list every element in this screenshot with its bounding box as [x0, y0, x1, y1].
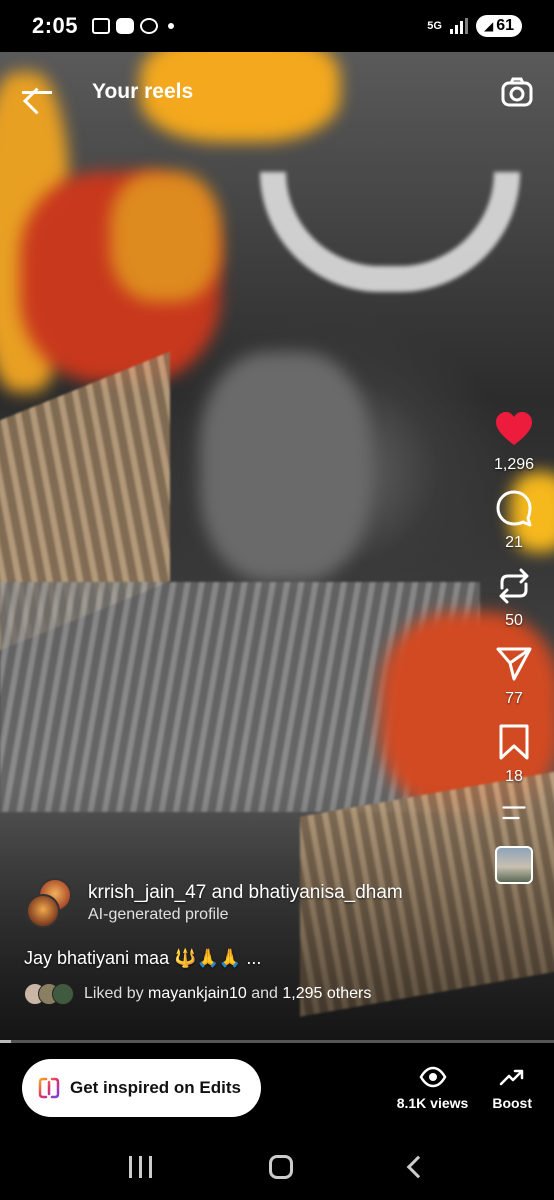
notification-dot-icon: [168, 23, 175, 29]
system-nav-bar: [0, 1133, 554, 1200]
share-button[interactable]: 77: [494, 644, 534, 708]
boost-label: Boost: [492, 1095, 532, 1111]
author-avatars[interactable]: [24, 876, 74, 930]
liked-by-user[interactable]: mayankjain10: [148, 985, 247, 1002]
edits-button-label: Get inspired on Edits: [70, 1078, 241, 1097]
status-time: 2:05: [32, 13, 79, 38]
back-arrow-icon[interactable]: [20, 75, 54, 109]
youtube-icon: [116, 18, 135, 34]
repost-count: 50: [505, 612, 523, 629]
recent-apps-icon[interactable]: [128, 1155, 152, 1178]
repost-button[interactable]: 50: [494, 566, 534, 630]
comment-count: 21: [505, 534, 523, 551]
liked-by-row[interactable]: Liked by mayankjain10 and 1,295 others: [24, 983, 464, 1005]
like-button[interactable]: 1,296: [494, 410, 534, 474]
video-gold-ornament: [110, 172, 220, 302]
comment-button[interactable]: 21: [494, 488, 534, 552]
battery-indicator: ◢ 61: [475, 15, 522, 37]
liked-by-others[interactable]: 1,295 others: [282, 985, 371, 1002]
like-count: 1,296: [493, 456, 535, 473]
camera-icon[interactable]: [500, 75, 534, 109]
status-bar: 2:05 5G ◢ 61: [0, 0, 554, 52]
caption-text[interactable]: Jay bhatiyani maa 🔱🙏🙏 ...: [24, 948, 464, 969]
liked-by-avatars: [24, 983, 74, 1005]
author-row[interactable]: krrish_jain_47 and bhatiyanisa_dham AI-g…: [24, 876, 464, 930]
signal-icon: [449, 18, 468, 34]
views-label: 8.1K views: [396, 1095, 469, 1111]
save-button[interactable]: 18: [494, 722, 534, 786]
ai-generated-label: AI-generated profile: [88, 906, 229, 923]
author-names[interactable]: krrish_jain_47 and bhatiyanisa_dham: [88, 882, 403, 904]
home-icon[interactable]: [268, 1154, 293, 1179]
screen-record-icon: [92, 18, 111, 34]
bookmark-icon: [499, 724, 529, 760]
action-column: 1,296 21 50 77 18: [474, 410, 554, 884]
eye-icon: [419, 1066, 446, 1088]
get-inspired-edits-button[interactable]: Get inspired on Edits: [22, 1059, 261, 1117]
boost-button[interactable]: Boost: [492, 1065, 532, 1111]
liked-by-text: Liked by mayankjain10 and 1,295 others: [84, 985, 372, 1002]
video-deity: [200, 352, 370, 582]
trend-up-icon: [499, 1069, 524, 1086]
save-count: 18: [505, 768, 523, 785]
avatar: [52, 983, 74, 1005]
views-button[interactable]: 8.1K views: [396, 1065, 469, 1111]
whatsapp-icon: [140, 18, 159, 34]
repost-icon: [499, 568, 529, 604]
nav-back-icon[interactable]: [406, 1155, 429, 1178]
menu-lines-icon: [502, 806, 526, 820]
avatar: [26, 894, 60, 928]
post-caption-block: krrish_jain_47 and bhatiyanisa_dham AI-g…: [24, 876, 464, 1005]
edits-icon: [38, 1077, 60, 1099]
share-count: 77: [505, 690, 523, 707]
video-garland: [260, 172, 520, 292]
battery-leaf-icon: ◢: [483, 19, 494, 33]
more-options-button[interactable]: [494, 800, 534, 830]
bottom-bar: Get inspired on Edits 8.1K views Boost: [0, 1043, 554, 1133]
comment-icon: [496, 490, 532, 527]
network-type: 5G: [427, 20, 442, 32]
heart-icon: [495, 412, 532, 445]
page-title: Your reels: [92, 80, 194, 103]
battery-level: 61: [496, 17, 514, 34]
audio-thumbnail[interactable]: [495, 846, 533, 884]
send-icon: [496, 647, 532, 681]
header: Your reels: [0, 62, 554, 122]
